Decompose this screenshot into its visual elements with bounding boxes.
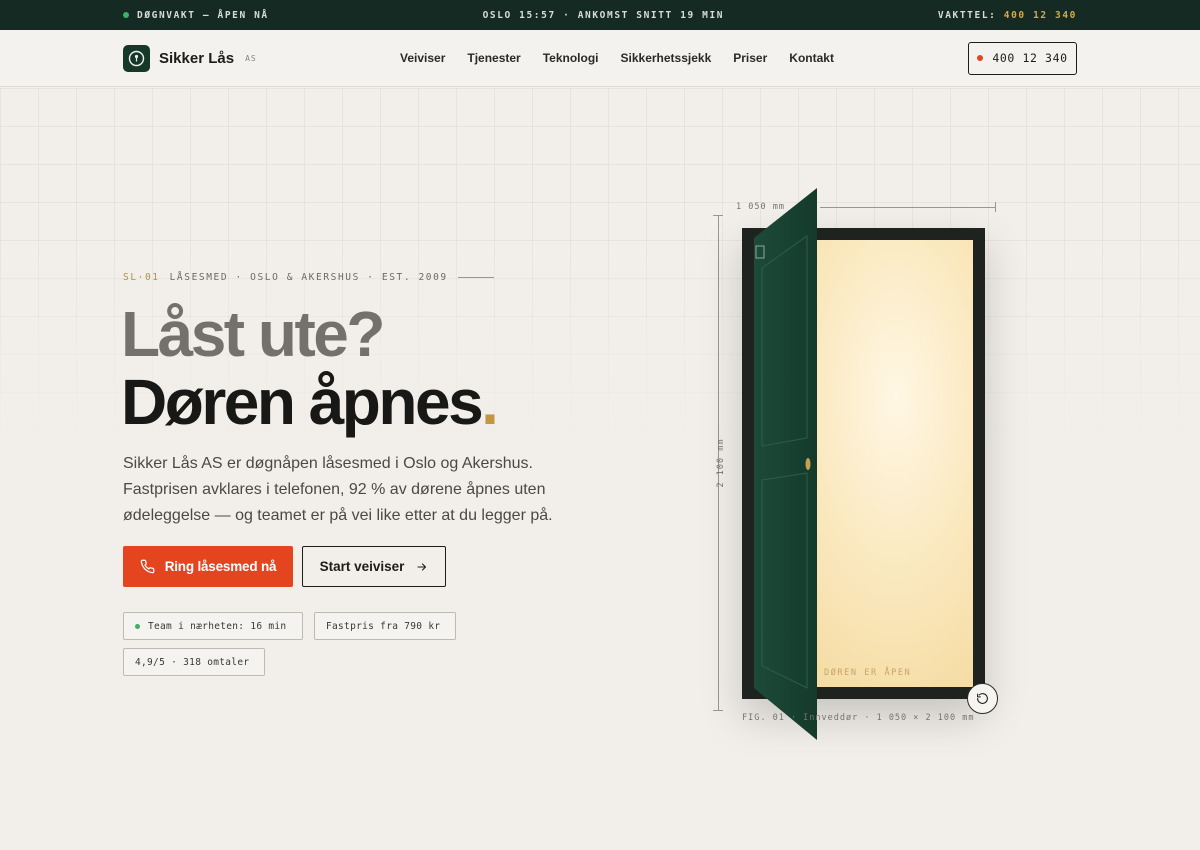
headline-line-2-text: Døren åpnes [121, 366, 484, 438]
status-dot [123, 12, 129, 18]
live-dot [977, 55, 984, 61]
top-status-bar: DØGNVAKT — ÅPEN NÅ OSLO 15:57 · ANKOMST … [0, 0, 1200, 30]
service-status-text: DØGNVAKT — ÅPEN NÅ [137, 9, 269, 21]
door-open-label: DØREN ER ÅPEN [824, 668, 912, 678]
brand-suffix: AS [245, 53, 257, 63]
headline-period: . [481, 366, 499, 438]
height-dimension-tick-top [713, 215, 723, 216]
nav-priser[interactable]: Priser [733, 51, 767, 65]
brand-logo[interactable]: Sikker Lås AS [123, 44, 383, 72]
header-call-button[interactable]: 400 12 340 [968, 41, 1077, 75]
nav-tjenester[interactable]: Tjenester [467, 51, 520, 65]
emergency-phone-number[interactable]: 400 12 340 [1004, 10, 1077, 21]
eyebrow-text: LÅSESMED · OSLO & AKERSHUS · EST. 2009 [169, 272, 448, 283]
width-dimension-tick [995, 202, 996, 212]
brand-name: Sikker Lås [159, 49, 235, 67]
team-nearby-chip: Team i nærheten: 16 min [123, 612, 303, 640]
nav-veiviser[interactable]: Veiviser [400, 51, 445, 65]
nav-kontakt[interactable]: Kontakt [789, 51, 834, 65]
call-locksmith-button[interactable]: Ring låsesmed nå [123, 546, 293, 587]
figure-caption: FIG. 01 · Innveddør · 1 050 × 2 100 mm [742, 713, 975, 723]
fixed-price-chip: Fastpris fra 790 kr [314, 612, 456, 640]
nav-sikkerhetssjekk[interactable]: Sikkerhetssjekk [621, 51, 712, 65]
section-code: SL·01 [123, 272, 160, 283]
height-dimension-tick-bottom [713, 710, 723, 711]
header-call-number: 400 12 340 [992, 51, 1068, 65]
rotate-icon [977, 693, 988, 704]
eyebrow-rule [457, 277, 494, 278]
arrow-right-icon [417, 562, 427, 571]
site-header: Sikker Lås AS Veiviser Tjenester Teknolo… [0, 30, 1200, 87]
door-height-label: 2 100 mm [716, 438, 726, 488]
phone-icon [140, 559, 155, 574]
location-time-eta: OSLO 15:57 · ANKOMST SNITT 19 MIN [482, 9, 725, 21]
start-wizard-button[interactable]: Start veiviser [302, 546, 446, 587]
open-door-illustration [754, 188, 817, 740]
emergency-phone[interactable]: VAKTTEL: 400 12 340 [938, 10, 1077, 21]
start-wizard-label: Start veiviser [319, 559, 405, 574]
team-nearby-text: Team i nærheten: 16 min [148, 620, 287, 632]
headline-line-1: Låst ute? [121, 298, 385, 370]
hero-eyebrow: SL·01 LÅSESMED · OSLO & AKERSHUS · EST. … [123, 272, 494, 283]
service-status: DØGNVAKT — ÅPEN NÅ [123, 10, 269, 21]
nav-teknologi[interactable]: Teknologi [543, 51, 599, 65]
call-locksmith-label: Ring låsesmed nå [164, 559, 277, 574]
rating-chip: 4,9/5 · 318 omtaler [123, 648, 265, 676]
fixed-price-text: Fastpris fra 790 kr [326, 620, 441, 632]
team-status-dot [135, 623, 140, 629]
hero-lead: Sikker Lås AS er døgnåpen låsesmed i Osl… [123, 455, 553, 524]
width-dimension-line [820, 207, 996, 208]
keyhole-icon [123, 44, 150, 72]
replay-animation-button[interactable] [967, 683, 998, 714]
rating-text: 4,9/5 · 318 omtaler [135, 656, 250, 668]
emergency-phone-label: VAKTTEL: [937, 9, 997, 21]
headline-line-2: Døren åpnes. [121, 366, 499, 438]
main-nav: Veiviser Tjenester Teknologi Sikkerhetss… [400, 51, 834, 65]
